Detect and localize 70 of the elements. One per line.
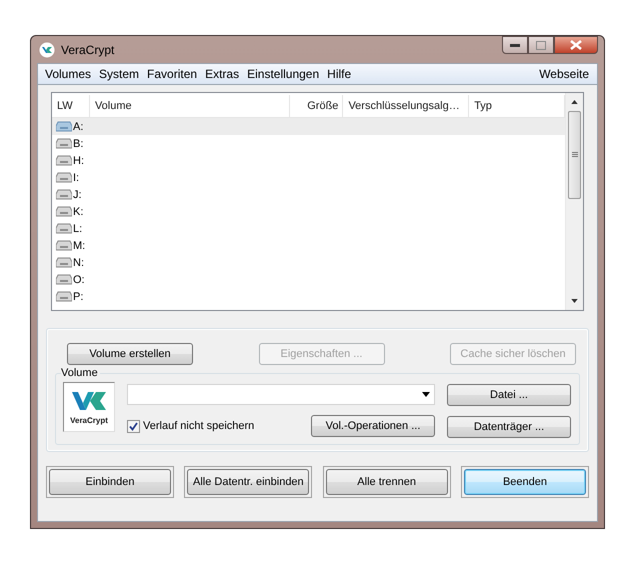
menu-item[interactable]: Extras (204, 67, 246, 81)
drive-letter: N: (73, 256, 84, 268)
table-row[interactable]: A: (52, 118, 565, 135)
menu-item[interactable]: Favoriten (146, 67, 204, 81)
drive-letter: B: (73, 138, 84, 150)
drive-letter: O: (73, 274, 85, 286)
group-title: Volume (61, 367, 100, 379)
drive-icon (56, 291, 72, 302)
minimize-icon (510, 43, 520, 47)
dropdown-arrow-icon (422, 392, 430, 397)
drive-letter: P: (73, 290, 84, 302)
menu-item[interactable]: Hilfe (326, 67, 358, 81)
volume-button[interactable]: Datei ... (447, 384, 571, 406)
bottom-button[interactable]: Alle trennen (326, 469, 448, 495)
close-button[interactable] (554, 36, 598, 54)
drive-icon (56, 155, 72, 166)
bottom-button[interactable]: Beenden (464, 469, 586, 495)
table-row[interactable]: B: (52, 135, 565, 152)
bottom-button[interactable]: Alle Datentr. einbinden (187, 469, 310, 495)
drive-letter: K: (73, 206, 84, 218)
table-row[interactable]: P: (52, 288, 565, 305)
close-icon (570, 40, 582, 50)
table-row[interactable]: O: (52, 271, 565, 288)
checkbox-label: Verlauf nicht speichern (143, 420, 254, 432)
logo-text: VeraCrypt (70, 416, 108, 424)
drive-icon (56, 206, 72, 217)
menu-item[interactable]: Einstellungen (246, 67, 326, 81)
drive-letter: A: (73, 120, 84, 132)
table-row[interactable]: J: (52, 186, 565, 203)
menu-item[interactable]: Volumes (44, 67, 98, 81)
action-button[interactable]: Volume erstellen (67, 343, 193, 365)
table-row[interactable]: N: (52, 254, 565, 271)
logo-icon (72, 390, 106, 412)
checkbox[interactable] (127, 420, 140, 432)
grip-icon (572, 152, 578, 158)
scroll-down-icon[interactable] (571, 299, 578, 303)
column-header[interactable]: Größe (290, 95, 344, 117)
drive-icon (56, 138, 72, 149)
maximize-button[interactable] (528, 36, 554, 54)
window-title: VeraCrypt (61, 42, 114, 56)
table-row[interactable]: L: (52, 220, 565, 237)
vertical-scrollbar[interactable] (565, 93, 583, 310)
drive-icon (56, 172, 72, 183)
drive-icon (56, 121, 72, 132)
table-row[interactable]: M: (52, 237, 565, 254)
drive-letter: I: (73, 172, 80, 184)
website-link[interactable]: Webseite (538, 67, 591, 81)
drive-letter: L: (73, 222, 82, 234)
column-header[interactable]: LW (52, 95, 90, 117)
drive-icon (56, 189, 72, 200)
drive-icon (56, 223, 72, 234)
scroll-up-icon[interactable] (571, 100, 578, 104)
app-logo-icon (39, 42, 55, 58)
bottom-button[interactable]: Einbinden (49, 469, 171, 495)
table-row[interactable]: K: (52, 203, 565, 220)
column-header[interactable]: Verschlüsselungsalg… (343, 95, 470, 117)
drive-letter: J: (73, 188, 82, 200)
maximize-icon (536, 40, 546, 50)
drive-letter: H: (73, 154, 84, 166)
table-row[interactable]: I: (52, 169, 565, 186)
volume-button[interactable]: Vol.-Operationen ... (311, 415, 435, 437)
volume-button[interactable]: Datenträger ... (447, 416, 571, 438)
minimize-button[interactable] (502, 36, 528, 54)
menu-item[interactable]: System (98, 67, 146, 81)
table-row[interactable]: H: (52, 152, 565, 169)
column-header[interactable]: Volume (90, 95, 290, 117)
drive-icon (56, 240, 72, 251)
drive-icon (56, 257, 72, 268)
drive-letter: M: (73, 240, 86, 252)
drive-icon (56, 274, 72, 285)
